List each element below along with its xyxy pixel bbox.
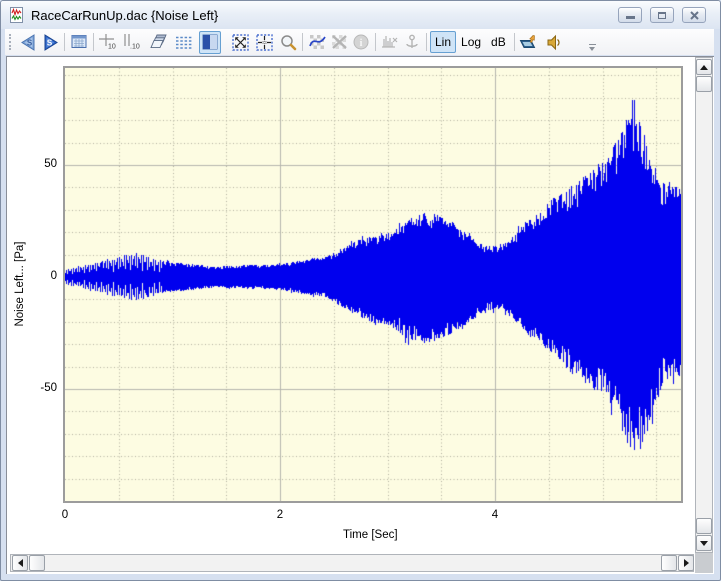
- y-tick-label: -50: [25, 382, 57, 394]
- horizontal-scrollbar[interactable]: [10, 554, 694, 572]
- info-icon: i: [352, 33, 370, 51]
- x-axis-label: Time [Sec]: [343, 529, 398, 541]
- left-arrow-icon: [18, 559, 23, 567]
- anchor-button[interactable]: [401, 31, 423, 54]
- svg-text:10: 10: [108, 44, 116, 51]
- x-tick-label: 4: [475, 509, 515, 521]
- y-axis-label: Noise Left... [Pa]: [14, 239, 26, 329]
- horizontal-page-button[interactable]: [661, 555, 677, 571]
- step-back-button[interactable]: S: [17, 31, 39, 54]
- info-button[interactable]: i: [350, 31, 372, 54]
- send-to-display-icon: [518, 33, 539, 52]
- cascade-views-icon: [149, 33, 168, 51]
- fill-display-icon: [201, 33, 219, 51]
- horizontal-scroll-thumb[interactable]: [29, 555, 45, 571]
- cascade-views-button[interactable]: [147, 31, 169, 54]
- delete-curve-button[interactable]: [328, 31, 350, 54]
- vertical-scroll-thumb[interactable]: [696, 76, 712, 92]
- restore-button[interactable]: [650, 7, 674, 23]
- waveform-canvas[interactable]: [65, 68, 681, 501]
- toolbar-separator: [93, 33, 94, 51]
- step-forward-button[interactable]: S: [39, 31, 61, 54]
- y-tick-label: 50: [25, 158, 57, 170]
- db-button[interactable]: dB: [486, 31, 511, 53]
- vertical-page-button[interactable]: [696, 518, 712, 534]
- dashed-lines-icon: [174, 33, 194, 51]
- edit-curve-icon: [308, 33, 327, 51]
- toolbar-separator: [426, 33, 427, 51]
- scrollbar-corner: [695, 553, 713, 573]
- send-to-display-button[interactable]: [518, 31, 540, 54]
- magnifier-icon: [279, 33, 298, 52]
- vertical-scrollbar[interactable]: [695, 57, 713, 553]
- anchor-icon: [403, 33, 421, 51]
- minimize-icon: [626, 16, 635, 19]
- toolbar-separator: [375, 33, 376, 51]
- cursor-vertical-10-button[interactable]: .10: [119, 31, 141, 54]
- overflow-bar-icon: [589, 44, 596, 45]
- spectrum-cursor-button[interactable]: [379, 31, 401, 54]
- zoom-out-full-icon: [231, 33, 250, 52]
- zoom-out-full-button[interactable]: [229, 31, 251, 54]
- toolbar: S S 10 .10 i LinLogdB: [5, 29, 714, 55]
- svg-text:S: S: [46, 38, 52, 47]
- titlebar[interactable]: RaceCarRunUp.dac {Noise Left}: [1, 1, 720, 29]
- toolbar-overflow-button[interactable]: [588, 44, 597, 51]
- log-button[interactable]: Log: [456, 31, 486, 53]
- toolbar-separator: [302, 33, 303, 51]
- overflow-arrow-icon: [589, 47, 595, 51]
- cursor-vertical-10-icon: .10: [120, 33, 140, 51]
- window-settings-icon: [70, 33, 88, 51]
- zoom-in-selection-button[interactable]: [253, 31, 275, 54]
- window-settings-button[interactable]: [68, 31, 90, 54]
- play-sound-icon: [545, 33, 564, 52]
- spectrum-cursor-icon: [380, 33, 400, 51]
- magnifier-button[interactable]: [277, 31, 299, 54]
- minimize-button[interactable]: [618, 7, 642, 23]
- y-tick-label: 0: [25, 270, 57, 282]
- zoom-in-selection-icon: [255, 33, 274, 52]
- cursor-cross-10-icon: 10: [98, 33, 118, 51]
- toolbar-separator: [64, 33, 65, 51]
- cursor-cross-10-button[interactable]: 10: [97, 31, 119, 54]
- play-sound-button[interactable]: [544, 31, 566, 54]
- close-icon: [690, 11, 699, 20]
- dashed-lines-button[interactable]: [173, 31, 195, 54]
- step-forward-icon: S: [40, 33, 61, 52]
- close-button[interactable]: [682, 7, 706, 23]
- document-waveform-icon: [9, 7, 25, 23]
- scroll-left-button[interactable]: [12, 555, 28, 571]
- restore-icon: [658, 12, 666, 19]
- window-title: RaceCarRunUp.dac {Noise Left}: [31, 8, 218, 23]
- fill-display-button[interactable]: [199, 31, 221, 54]
- right-arrow-icon: [684, 559, 689, 567]
- svg-text:.10: .10: [130, 44, 140, 51]
- x-tick-label: 0: [45, 509, 85, 521]
- step-back-icon: S: [18, 33, 39, 52]
- lin-button[interactable]: Lin: [430, 31, 456, 53]
- plot-area[interactable]: [63, 66, 683, 503]
- scroll-up-button[interactable]: [696, 59, 712, 75]
- svg-text:S: S: [26, 38, 32, 47]
- scroll-right-button[interactable]: [678, 555, 694, 571]
- delete-curve-icon: [330, 33, 349, 51]
- toolbar-grip[interactable]: [9, 34, 14, 50]
- edit-curve-button[interactable]: [306, 31, 328, 54]
- up-arrow-icon: [700, 65, 708, 70]
- scroll-down-button[interactable]: [696, 535, 712, 551]
- down-arrow-icon: [700, 541, 708, 546]
- toolbar-separator: [514, 33, 515, 51]
- x-tick-label: 2: [260, 509, 300, 521]
- svg-text:i: i: [360, 38, 363, 49]
